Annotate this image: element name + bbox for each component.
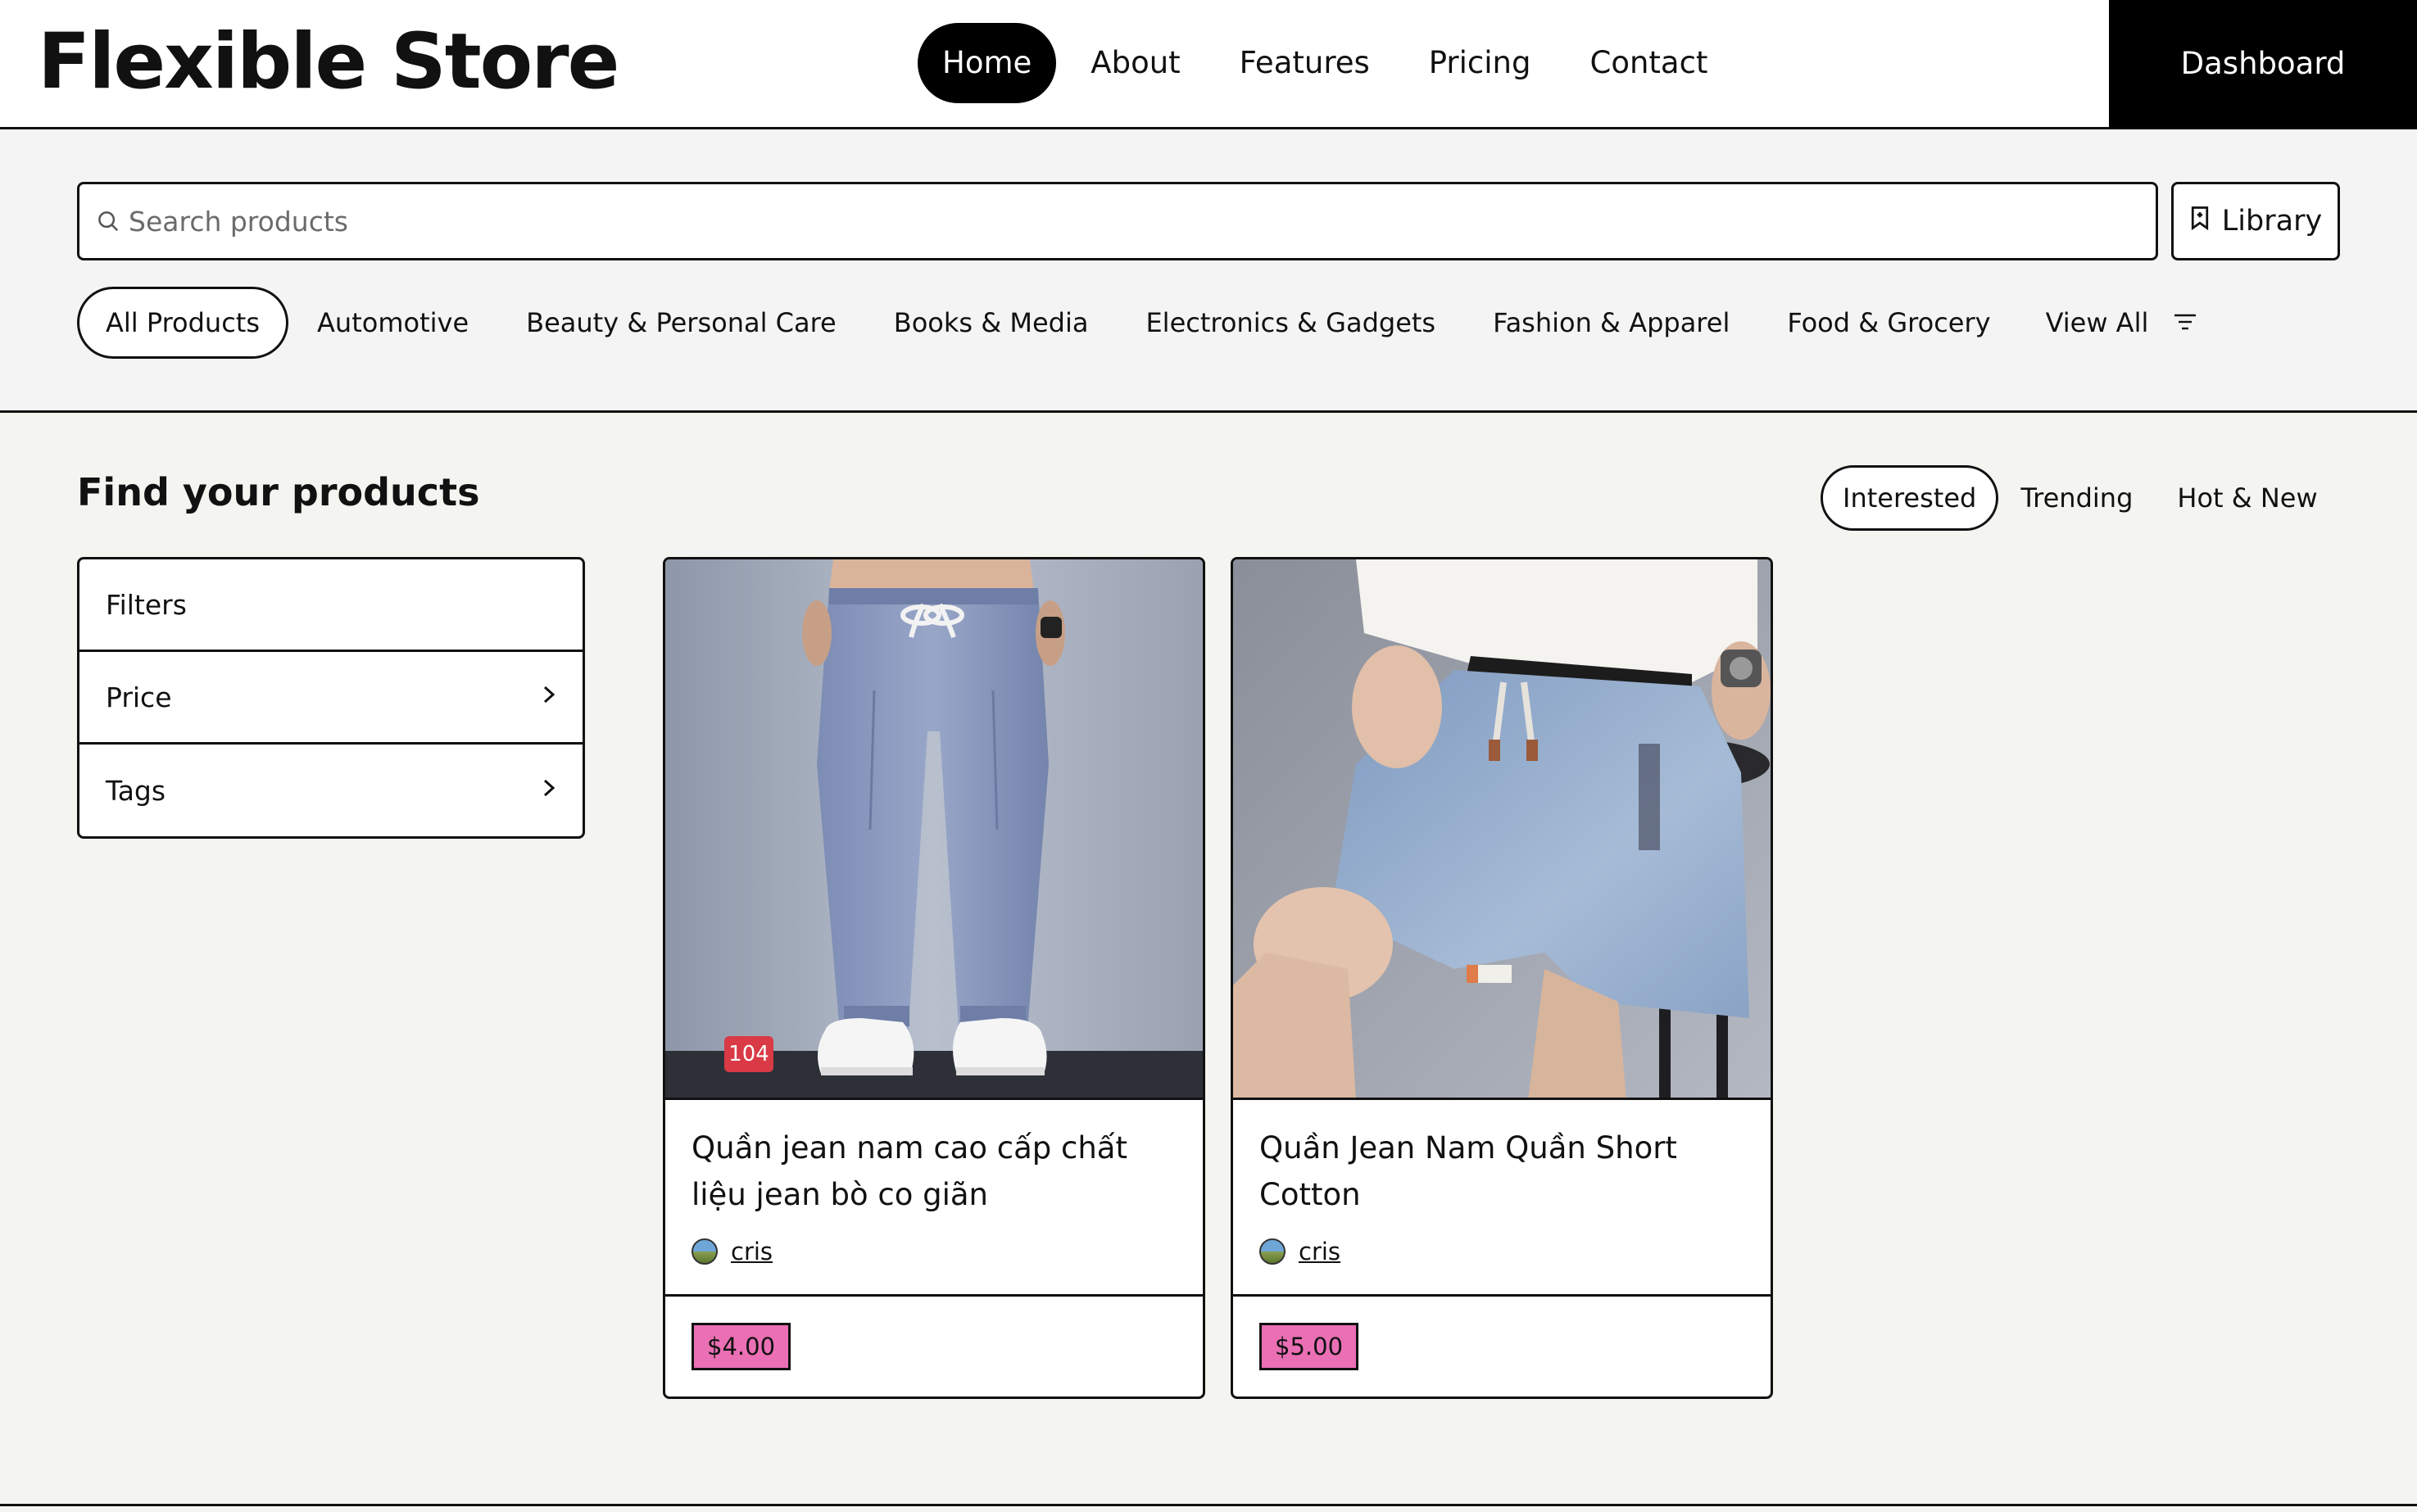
sort-tabs: Interested Trending Hot & New bbox=[1821, 465, 2340, 531]
library-label: Library bbox=[2221, 205, 2323, 238]
search-box[interactable] bbox=[77, 182, 2158, 260]
product-title[interactable]: Quần jean nam cao cấp chất liệu jean bò … bbox=[692, 1125, 1177, 1221]
product-footer: $5.00 bbox=[1233, 1297, 1771, 1397]
main-nav: Home About Features Pricing Contact bbox=[918, 23, 1732, 103]
category-electronics[interactable]: Electronics & Gadgets bbox=[1117, 287, 1464, 359]
avatar bbox=[1259, 1238, 1286, 1265]
view-all-categories[interactable]: View All bbox=[2020, 287, 2198, 359]
category-food[interactable]: Food & Grocery bbox=[1758, 287, 2019, 359]
author-name[interactable]: cris bbox=[1299, 1238, 1340, 1265]
chevron-right-icon bbox=[540, 681, 558, 713]
filters-panel: Filters Price Tags bbox=[77, 557, 585, 839]
bookmark-icon bbox=[2189, 205, 2211, 238]
product-card[interactable]: Quần Jean Nam Quần Short Cotton cris $5.… bbox=[1231, 557, 1773, 1399]
search-input[interactable] bbox=[129, 184, 2156, 258]
avatar bbox=[692, 1238, 718, 1265]
product-title[interactable]: Quần Jean Nam Quần Short Cotton bbox=[1259, 1125, 1744, 1221]
view-all-label: View All bbox=[2045, 307, 2149, 338]
brand-logo-text[interactable]: Flexible Store bbox=[38, 15, 619, 110]
product-image[interactable]: 104 bbox=[665, 559, 1203, 1100]
view-count-badge: 104 bbox=[724, 1036, 773, 1072]
category-all-products[interactable]: All Products bbox=[77, 287, 289, 359]
tab-trending[interactable]: Trending bbox=[1998, 465, 2155, 531]
dashboard-button[interactable]: Dashboard bbox=[2109, 0, 2417, 128]
search-section: Library All Products Automotive Beauty &… bbox=[0, 129, 2417, 413]
chevron-right-icon bbox=[540, 775, 558, 807]
filter-tags-label: Tags bbox=[106, 775, 166, 807]
nav-pricing[interactable]: Pricing bbox=[1404, 23, 1556, 103]
product-info: Quần jean nam cao cấp chất liệu jean bò … bbox=[665, 1100, 1203, 1297]
product-author[interactable]: cris bbox=[692, 1238, 1177, 1265]
nav-features[interactable]: Features bbox=[1215, 23, 1394, 103]
filter-lines-icon[interactable] bbox=[2173, 289, 2197, 356]
author-name[interactable]: cris bbox=[731, 1238, 773, 1265]
category-fashion[interactable]: Fashion & Apparel bbox=[1464, 287, 1758, 359]
product-footer: $4.00 bbox=[665, 1297, 1203, 1397]
tab-interested[interactable]: Interested bbox=[1821, 465, 1999, 531]
tab-hot-new[interactable]: Hot & New bbox=[2155, 465, 2339, 531]
page-title: Find your products bbox=[77, 470, 480, 514]
category-beauty[interactable]: Beauty & Personal Care bbox=[497, 287, 865, 359]
nav-about[interactable]: About bbox=[1066, 23, 1204, 103]
filters-header: Filters bbox=[79, 559, 583, 652]
category-bar: All Products Automotive Beauty & Persona… bbox=[77, 287, 2197, 359]
filter-price-label: Price bbox=[106, 681, 172, 713]
filter-price[interactable]: Price bbox=[79, 652, 583, 745]
price-tag: $4.00 bbox=[692, 1323, 791, 1370]
product-image[interactable] bbox=[1233, 559, 1771, 1100]
library-button[interactable]: Library bbox=[2171, 182, 2340, 260]
product-author[interactable]: cris bbox=[1259, 1238, 1744, 1265]
category-automotive[interactable]: Automotive bbox=[288, 287, 497, 359]
price-tag: $5.00 bbox=[1259, 1323, 1359, 1370]
product-card[interactable]: 104 Quần jean nam cao cấp chất liệu jean… bbox=[663, 557, 1205, 1399]
filter-tags[interactable]: Tags bbox=[79, 745, 583, 836]
product-info: Quần Jean Nam Quần Short Cotton cris bbox=[1233, 1100, 1771, 1297]
search-icon bbox=[79, 182, 129, 260]
category-books[interactable]: Books & Media bbox=[865, 287, 1118, 359]
nav-home[interactable]: Home bbox=[918, 23, 1057, 103]
nav-contact[interactable]: Contact bbox=[1565, 23, 1732, 103]
top-navigation-bar: Flexible Store Home About Features Prici… bbox=[0, 0, 2417, 129]
filters-heading: Filters bbox=[106, 588, 187, 621]
page-bottom-divider bbox=[0, 1504, 2417, 1506]
